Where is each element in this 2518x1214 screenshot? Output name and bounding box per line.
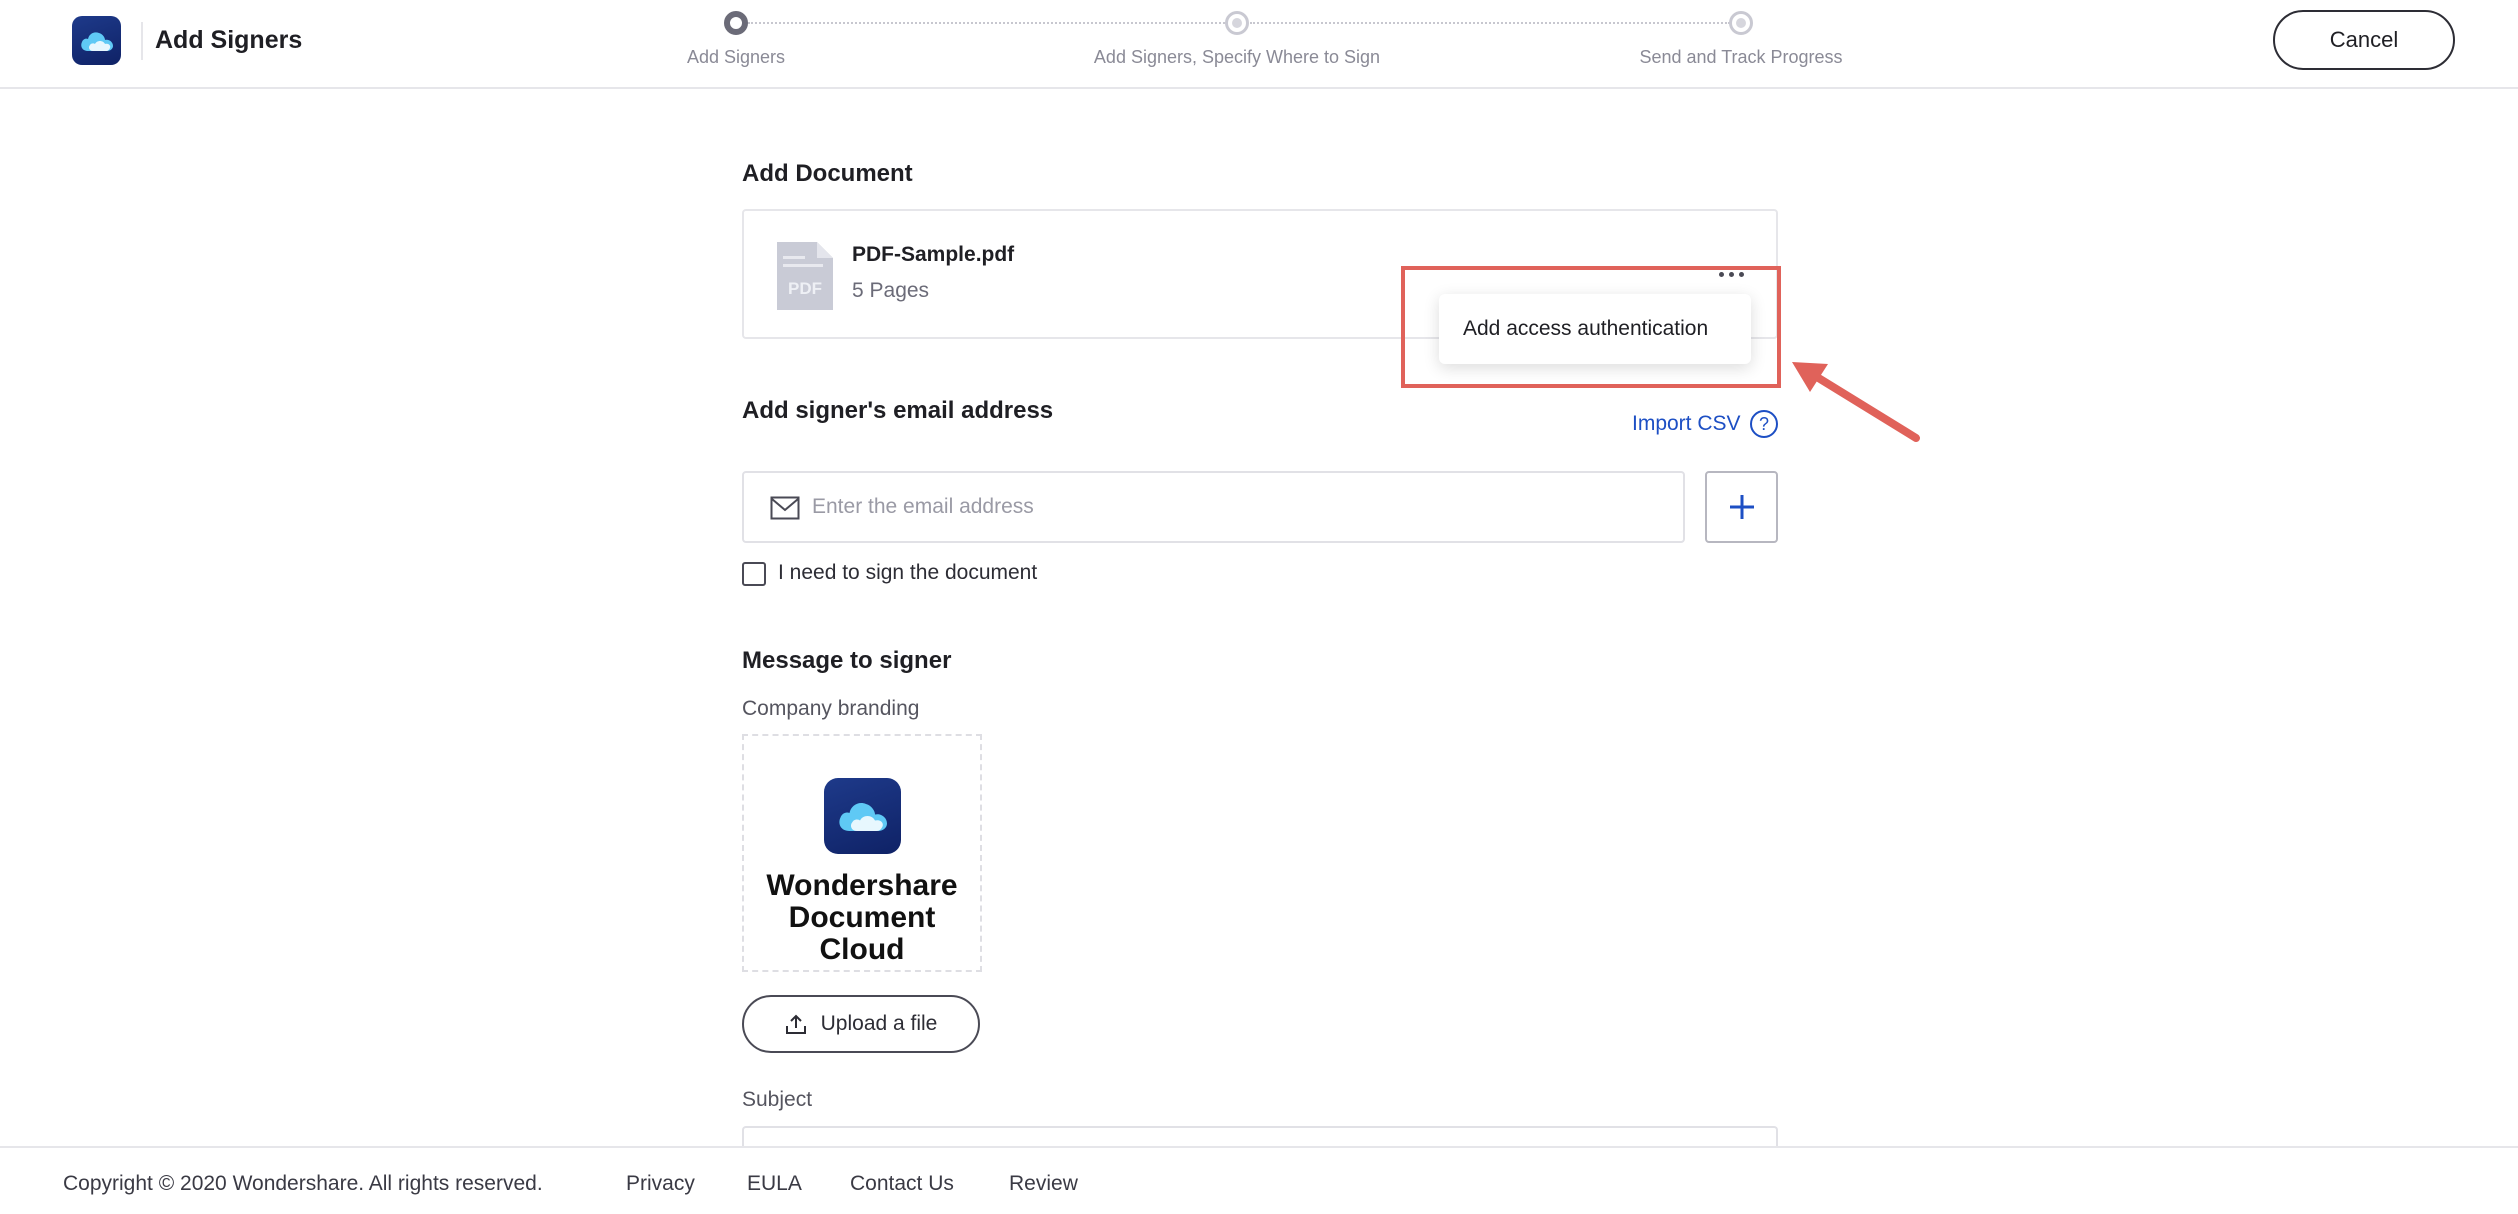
signer-email-title: Add signer's email address	[742, 397, 1054, 424]
company-branding-label: Company branding	[742, 697, 920, 720]
subject-input[interactable]	[742, 1126, 1778, 1146]
document-options-menu: Add access authentication	[1439, 294, 1751, 364]
upload-file-button[interactable]: Upload a file	[742, 995, 980, 1053]
more-options-icon[interactable]	[1716, 267, 1746, 281]
footer-link-review[interactable]: Review	[1009, 1172, 1078, 1196]
cloud-icon	[80, 31, 113, 51]
message-to-signer-title: Message to signer	[742, 647, 952, 674]
page-title: Add Signers	[155, 26, 303, 54]
stepper-connector	[748, 22, 1225, 24]
step-1-indicator	[724, 11, 748, 35]
add-signer-button[interactable]	[1705, 471, 1778, 543]
document-file-name: PDF-Sample.pdf	[852, 243, 1015, 266]
cancel-button[interactable]: Cancel	[2273, 10, 2455, 70]
document-page-count: 5 Pages	[852, 279, 930, 302]
upload-file-label: Upload a file	[820, 1012, 938, 1035]
add-document-title: Add Document	[742, 160, 913, 187]
pdf-icon-text: PDF	[788, 279, 822, 298]
help-icon[interactable]: ?	[1750, 410, 1778, 438]
stepper-connector	[1250, 22, 1730, 24]
import-csv-link[interactable]: Import CSV	[1632, 412, 1741, 436]
mail-icon	[770, 496, 800, 520]
brand-logo	[824, 778, 901, 854]
footer-link-eula[interactable]: EULA	[747, 1172, 802, 1196]
top-header: Add Signers Add Signers Add Signers, Spe…	[0, 0, 2518, 89]
brand-name-line-1: Wondershare	[766, 869, 958, 902]
app-logo[interactable]	[72, 16, 121, 65]
plus-icon	[1729, 495, 1754, 519]
brand-name-line-2: Document Cloud	[788, 901, 936, 966]
footer-link-privacy[interactable]: Privacy	[626, 1172, 695, 1196]
upload-icon	[785, 1014, 806, 1034]
self-sign-checkbox[interactable]	[742, 562, 766, 586]
menu-item-add-access-authentication[interactable]: Add access authentication	[1463, 317, 1708, 341]
footer-link-contact-us[interactable]: Contact Us	[850, 1172, 954, 1196]
footer: Copyright © 2020 Wondershare. All rights…	[0, 1146, 2518, 1214]
copyright-text: Copyright © 2020 Wondershare. All rights…	[63, 1172, 543, 1195]
pdf-file-icon: PDF	[777, 242, 833, 310]
self-sign-label: I need to sign the document	[778, 561, 1038, 584]
step-1-label: Add Signers	[686, 47, 786, 67]
step-3-indicator	[1729, 11, 1753, 35]
email-input[interactable]	[812, 475, 1672, 539]
step-2-label: Add Signers, Specify Where to Sign	[1093, 47, 1381, 67]
step-3-label: Send and Track Progress	[1639, 47, 1843, 67]
subject-label: Subject	[742, 1088, 813, 1111]
cloud-icon	[838, 803, 887, 831]
annotation-arrow-icon	[1792, 362, 1920, 442]
step-2-indicator	[1225, 11, 1249, 35]
company-branding-preview: Wondershare Document Cloud	[742, 734, 982, 972]
email-field	[742, 471, 1685, 543]
header-divider	[141, 22, 143, 60]
